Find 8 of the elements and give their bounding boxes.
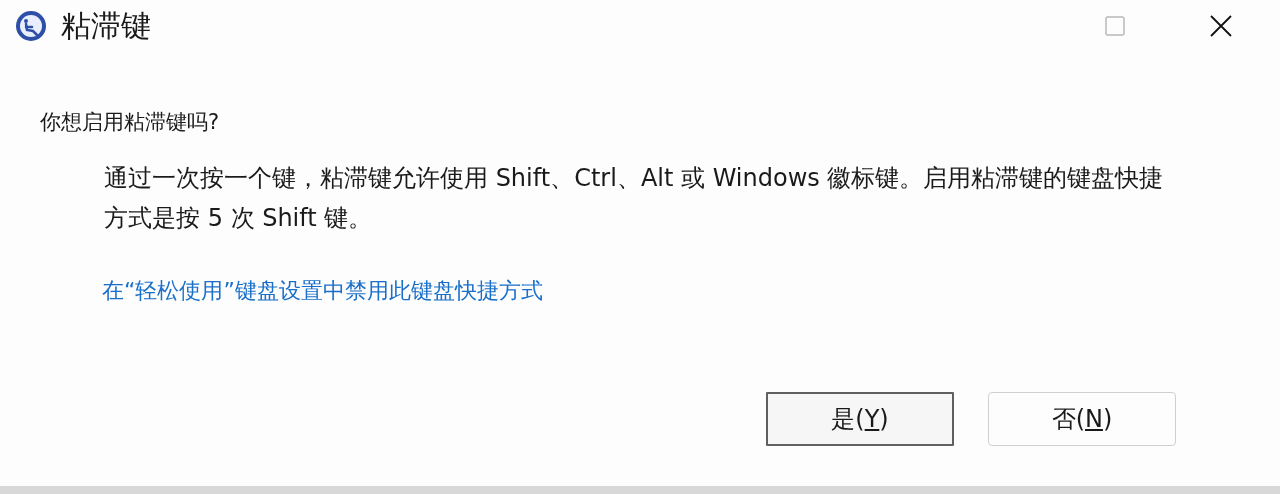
accessibility-icon — [15, 10, 47, 42]
settings-link[interactable]: 在“轻松使用”键盘设置中禁用此键盘快捷方式 — [102, 276, 543, 306]
dialog-button[interactable]: 是(Y) — [766, 392, 954, 446]
window-title: 粘滞键 — [61, 6, 151, 45]
question-text: 你想启用粘滞键吗? — [40, 109, 221, 136]
dialog-button[interactable]: 否(N) — [988, 392, 1176, 446]
description-text: 通过一次按一个键，粘滞键允许使用 Shift、Ctrl、Alt 或 Windows 徽标键。启用粘滞键的键盘快捷方式是按 5 次 Shift 键。 — [104, 163, 1165, 234]
close-icon[interactable] — [1210, 15, 1232, 37]
